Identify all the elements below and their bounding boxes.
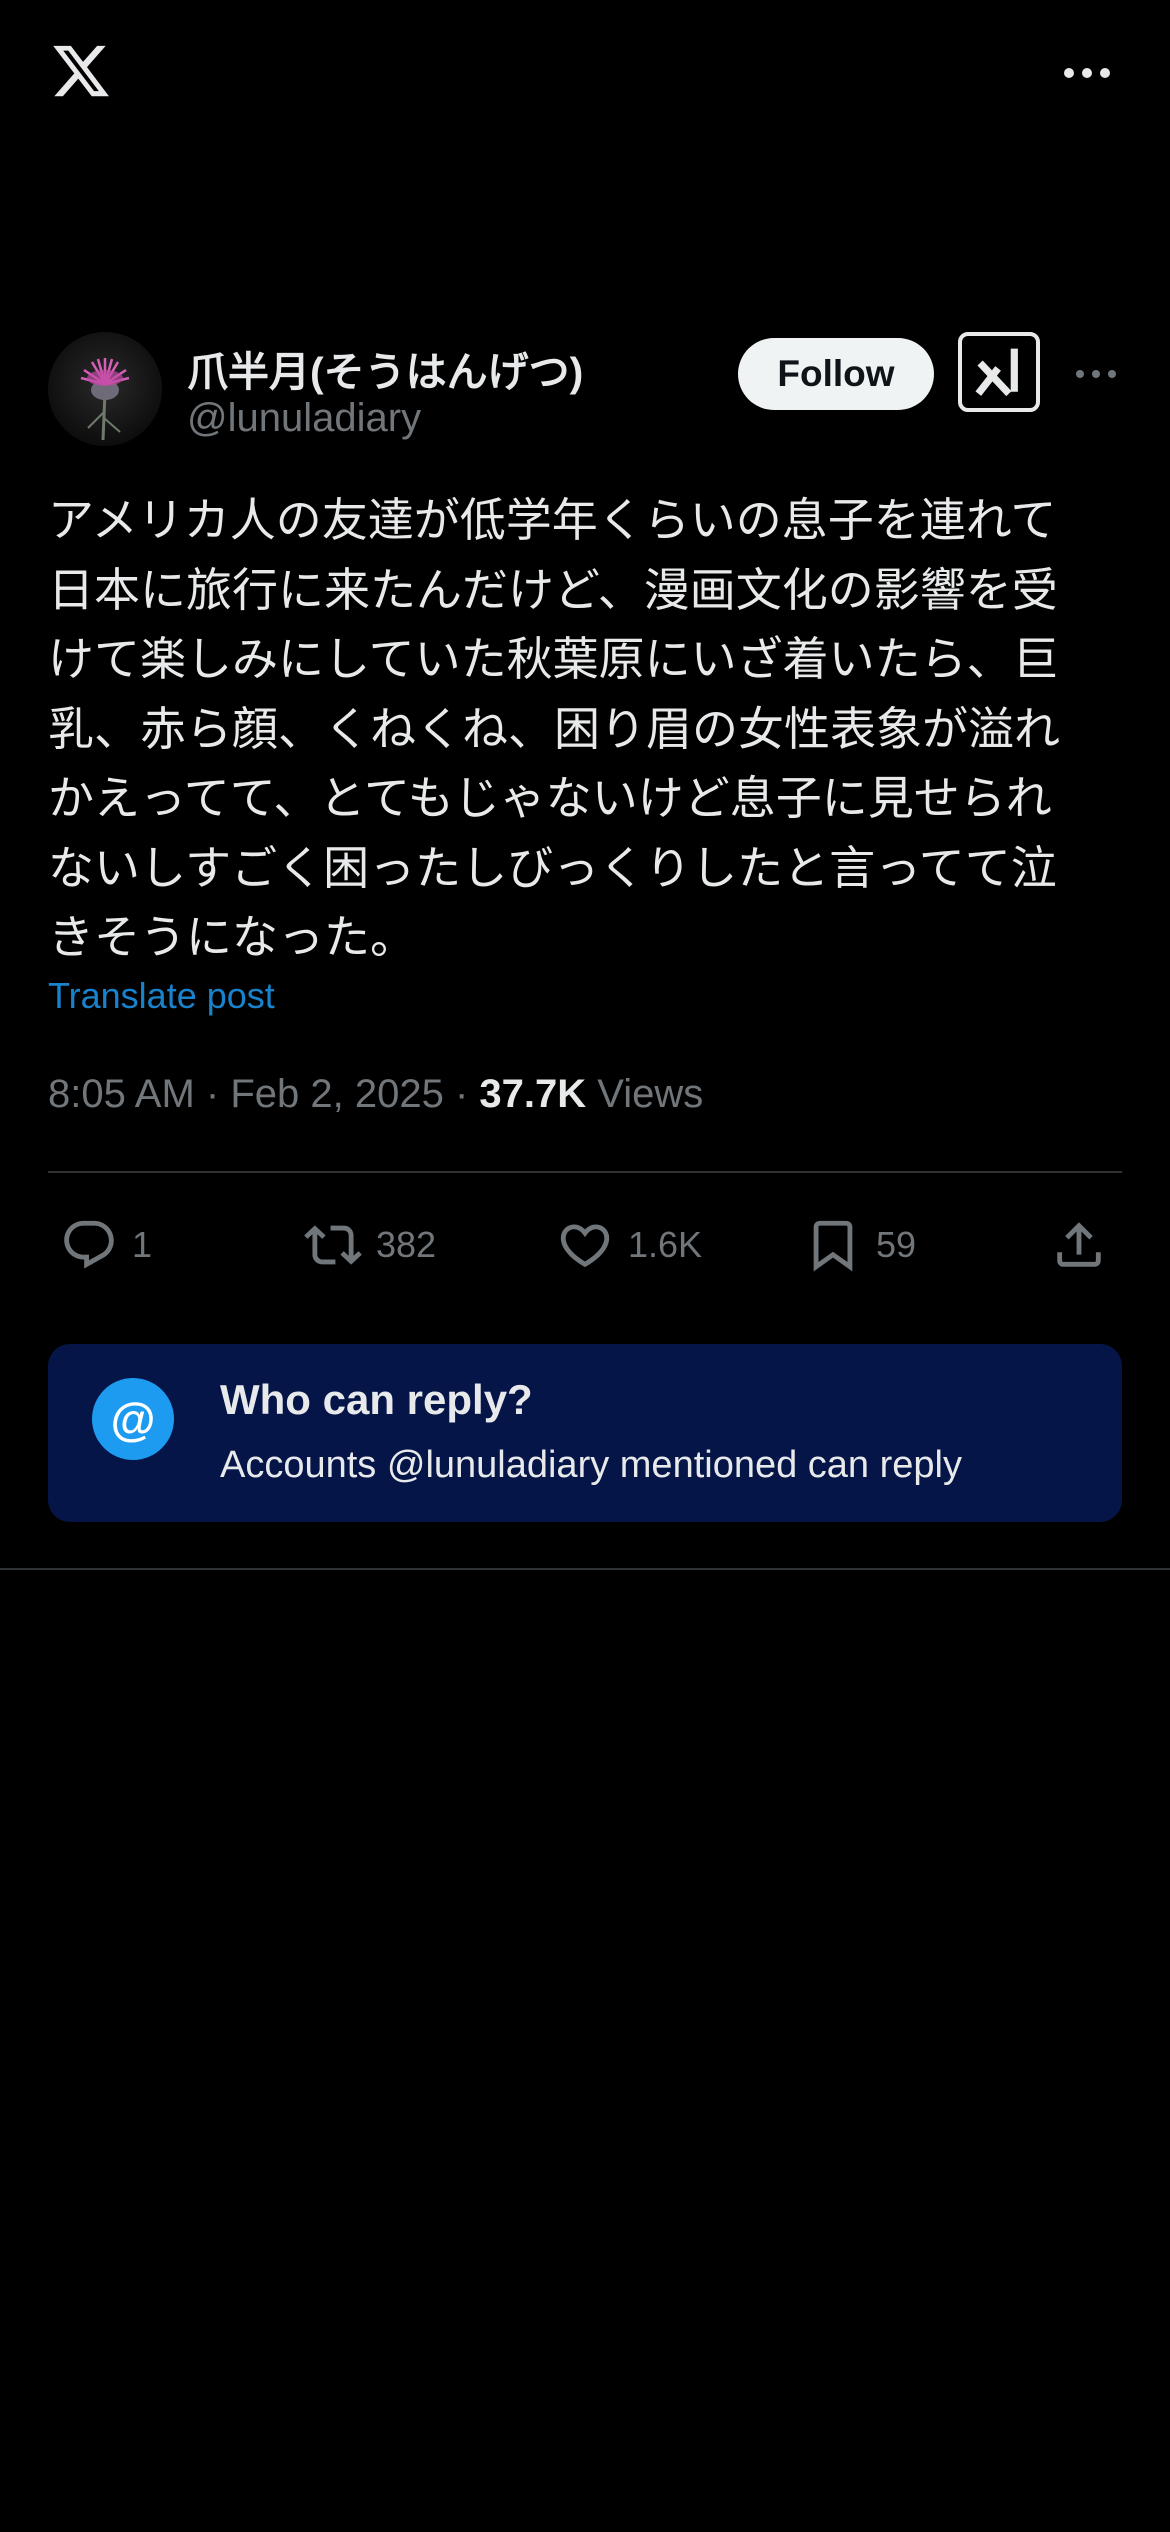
divider xyxy=(48,1171,1122,1173)
share-icon xyxy=(1057,1222,1101,1267)
post-author: 爪半月(そうはんげつ) @lunuladiary Follow xyxy=(48,332,1122,448)
grok-icon xyxy=(975,348,1018,397)
repost-icon xyxy=(304,1225,362,1265)
reply-button[interactable]: 1 xyxy=(60,1210,152,1280)
reply-count: 1 xyxy=(132,1224,153,1265)
bookmark-count: 59 xyxy=(876,1224,917,1265)
separator: · xyxy=(454,1072,469,1116)
views-count: 37.7K xyxy=(479,1072,587,1116)
at-icon: @ xyxy=(92,1378,174,1460)
top-bar xyxy=(0,0,1170,150)
divider xyxy=(0,1568,1170,1570)
separator: · xyxy=(205,1072,220,1116)
user-handle[interactable]: @lunuladiary xyxy=(187,396,421,441)
x-logo-icon[interactable] xyxy=(48,40,114,102)
more-options-icon[interactable] xyxy=(1062,58,1112,88)
bookmark-icon xyxy=(813,1220,853,1272)
who-can-reply-card: @ Who can reply? Accounts @lunuladiary m… xyxy=(48,1344,1122,1522)
follow-button[interactable]: Follow xyxy=(738,338,934,410)
action-bar: 1 382 1.6K 59 xyxy=(48,1210,1122,1280)
repost-button[interactable]: 382 xyxy=(304,1210,436,1280)
repost-count: 382 xyxy=(376,1224,437,1265)
display-name[interactable]: 爪半月(そうはんげつ) xyxy=(187,338,583,398)
post-metadata: 8:05 AM · Feb 2, 2025 · 37.7K Views xyxy=(48,1072,703,1117)
avatar[interactable] xyxy=(48,332,162,446)
like-count: 1.6K xyxy=(628,1224,703,1265)
who-can-reply-description: Accounts @lunuladiary mentioned can repl… xyxy=(220,1444,962,1486)
bookmark-button[interactable]: 59 xyxy=(804,1210,916,1280)
like-button[interactable]: 1.6K xyxy=(556,1210,702,1280)
who-can-reply-title: Who can reply? xyxy=(220,1376,533,1423)
post-date[interactable]: Feb 2, 2025 xyxy=(230,1072,444,1116)
reply-icon xyxy=(64,1220,114,1269)
grok-button[interactable] xyxy=(958,332,1040,412)
post-more-options-icon[interactable] xyxy=(1074,362,1118,386)
views-label: Views xyxy=(597,1072,704,1116)
translate-post-link[interactable]: Translate post xyxy=(48,975,275,1017)
post-time[interactable]: 8:05 AM xyxy=(48,1072,195,1116)
share-button[interactable] xyxy=(1050,1210,1108,1280)
post-text: アメリカ人の友達が低学年くらいの息子を連れて 日本に旅行に来たんだけど、漫画文化… xyxy=(48,494,1060,963)
heart-icon xyxy=(560,1224,610,1268)
